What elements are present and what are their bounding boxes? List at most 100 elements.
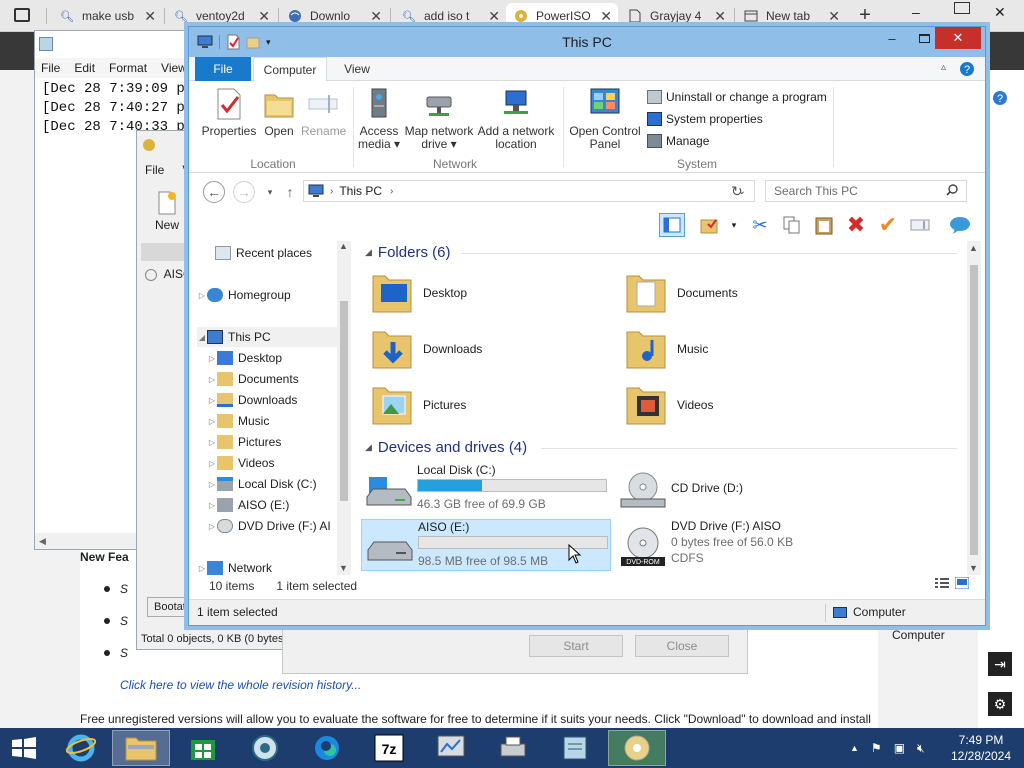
taskbar-7zip[interactable]: 7z bbox=[360, 730, 418, 766]
checkmark-icon[interactable]: ✔ bbox=[875, 212, 901, 237]
expand-arrow-icon[interactable]: ▷ bbox=[207, 438, 217, 447]
tab-actions-icon[interactable] bbox=[14, 8, 30, 22]
add-network-location-button[interactable]: Add a network location bbox=[477, 87, 555, 151]
revision-history-link[interactable]: Click here to view the whole revision hi… bbox=[120, 678, 361, 692]
drive-local-disk-c[interactable]: Local Disk (C:) 46.3 GB free of 69.9 GB bbox=[361, 463, 611, 515]
collapse-ribbon-icon[interactable]: ▵ bbox=[941, 62, 946, 73]
aiso-tree-item[interactable]: AISO bbox=[145, 267, 192, 281]
breadcrumb-this-pc[interactable]: This PC bbox=[339, 184, 382, 198]
scroll-up-icon[interactable]: ▲ bbox=[339, 241, 348, 251]
taskbar-notepad[interactable] bbox=[546, 730, 604, 766]
menu-file[interactable]: File bbox=[41, 61, 60, 75]
flag-icon[interactable]: ⚑ bbox=[871, 741, 882, 755]
taskbar-file-explorer[interactable] bbox=[112, 730, 170, 766]
dropdown-icon[interactable]: ▾ bbox=[721, 213, 747, 237]
nav-homegroup[interactable]: ▷ Homegroup bbox=[197, 285, 291, 305]
folder-videos[interactable]: Videos bbox=[625, 379, 713, 431]
expand-arrow-icon[interactable]: ▷ bbox=[207, 501, 217, 510]
search-icon[interactable] bbox=[946, 184, 958, 199]
address-bar[interactable]: › This PC › ⌄ bbox=[303, 180, 755, 202]
scroll-down-icon[interactable]: ▼ bbox=[339, 563, 348, 573]
open-button[interactable]: Open bbox=[259, 87, 299, 138]
drives-group-header[interactable]: ◢ Devices and drives (4) bbox=[365, 439, 527, 456]
folders-group-header[interactable]: ◢ Folders (6) bbox=[365, 244, 450, 261]
browser-minimize-button[interactable]: – bbox=[912, 4, 932, 20]
nav-aiso-e[interactable]: ▷ AISO (E:) bbox=[207, 495, 289, 515]
nav-network[interactable]: ▷ Network bbox=[197, 558, 272, 575]
up-button[interactable]: ↑ bbox=[279, 181, 301, 203]
nav-this-pc[interactable]: ◢ This PC bbox=[197, 327, 341, 347]
bootable-tab[interactable]: Bootat bbox=[147, 597, 193, 617]
copy-icon[interactable] bbox=[779, 213, 805, 237]
expand-arrow-icon[interactable]: ▷ bbox=[207, 417, 217, 426]
nav-local-disk-c[interactable]: ▷ Local Disk (C:) bbox=[207, 474, 317, 494]
tab-view[interactable]: View bbox=[335, 57, 379, 81]
title-bar[interactable]: ▾ This PC – ✕ bbox=[189, 27, 985, 57]
close-icon[interactable]: ✕ bbox=[488, 8, 500, 25]
gear-icon[interactable]: ⚙ bbox=[988, 692, 1012, 716]
expand-arrow-icon[interactable]: ▷ bbox=[207, 480, 217, 489]
nav-desktop[interactable]: ▷ Desktop bbox=[207, 348, 282, 368]
browser-close-button[interactable]: ✕ bbox=[994, 4, 1006, 21]
folder-desktop[interactable]: Desktop bbox=[371, 267, 467, 319]
nav-scrollbar-thumb[interactable] bbox=[340, 301, 348, 501]
scroll-down-icon[interactable]: ▼ bbox=[969, 563, 978, 573]
taskbar-app-orb[interactable] bbox=[236, 730, 294, 766]
volume-muted-icon[interactable]: 🔇︎ bbox=[917, 741, 925, 756]
taskbar-printer-app[interactable] bbox=[484, 730, 542, 766]
folder-pictures[interactable]: Pictures bbox=[371, 379, 466, 431]
menu-view[interactable]: View bbox=[161, 61, 187, 75]
browser-restore-button[interactable] bbox=[954, 2, 970, 14]
nav-pictures[interactable]: ▷ Pictures bbox=[207, 432, 281, 452]
large-icons-view-icon[interactable] bbox=[954, 576, 970, 592]
collapse-arrow-icon[interactable]: ◢ bbox=[365, 247, 372, 258]
open-control-panel-button[interactable]: Open Control Panel bbox=[567, 87, 643, 151]
delete-icon[interactable]: ✖ bbox=[843, 212, 869, 237]
taskbar-edge[interactable] bbox=[298, 730, 356, 766]
folder-music[interactable]: Music bbox=[625, 323, 708, 375]
drive-dvd-f[interactable]: DVD-ROM DVD Drive (F:) AISO 0 bytes free… bbox=[615, 519, 865, 571]
search-input[interactable]: Search This PC bbox=[765, 180, 967, 202]
collapse-arrow-icon[interactable]: ◢ bbox=[365, 442, 372, 453]
forward-button[interactable]: → bbox=[233, 181, 255, 203]
preview-pane-icon[interactable] bbox=[659, 213, 685, 237]
properties-button[interactable]: Properties bbox=[201, 87, 257, 138]
menu-format[interactable]: Format bbox=[109, 61, 147, 75]
uninstall-button[interactable]: Uninstall or change a program bbox=[647, 87, 827, 107]
folder-documents[interactable]: Documents bbox=[625, 267, 738, 319]
scroll-up-icon[interactable]: ▲ bbox=[969, 243, 978, 253]
collapse-arrow-icon[interactable]: ◢ bbox=[197, 333, 207, 342]
expand-arrow-icon[interactable]: ▷ bbox=[197, 291, 207, 300]
expand-arrow-icon[interactable]: ▷ bbox=[207, 396, 217, 405]
start-button[interactable]: Start bbox=[529, 635, 623, 657]
system-properties-button[interactable]: System properties bbox=[647, 109, 763, 129]
new-tab-button[interactable]: + bbox=[854, 4, 876, 26]
close-icon[interactable]: ✕ bbox=[144, 8, 156, 25]
content-scrollbar-thumb[interactable] bbox=[970, 265, 978, 555]
close-icon[interactable]: ✕ bbox=[828, 8, 840, 25]
nav-recent-places[interactable]: Recent places bbox=[215, 243, 312, 263]
minimize-button[interactable]: – bbox=[875, 27, 909, 49]
browser-tab-make-usb[interactable]: 🔍︎ make usb ✕ bbox=[52, 3, 162, 29]
close-button[interactable]: Close bbox=[635, 635, 729, 657]
breadcrumb-chevron-icon[interactable]: › bbox=[390, 186, 393, 197]
drive-cd-d[interactable]: CD Drive (D:) bbox=[615, 463, 865, 515]
taskbar-poweriso[interactable] bbox=[608, 730, 666, 766]
nav-documents[interactable]: ▷ Documents bbox=[207, 369, 299, 389]
help-icon[interactable]: ? bbox=[959, 61, 975, 80]
network-status-icon[interactable]: ▣ bbox=[894, 741, 905, 755]
close-icon[interactable]: ✕ bbox=[714, 8, 726, 25]
expand-arrow-icon[interactable]: ▷ bbox=[207, 375, 217, 384]
back-button[interactable]: ← bbox=[203, 181, 225, 203]
nav-downloads[interactable]: ▷ Downloads bbox=[207, 390, 297, 410]
menu-file[interactable]: File bbox=[145, 163, 164, 177]
breadcrumb-chevron-icon[interactable]: › bbox=[330, 186, 333, 197]
folder-properties-icon[interactable] bbox=[697, 213, 723, 237]
expand-arrow-icon[interactable]: ▷ bbox=[207, 522, 217, 531]
chat-icon[interactable] bbox=[947, 213, 973, 237]
rename-button[interactable]: Rename bbox=[301, 87, 346, 138]
folder-downloads[interactable]: Downloads bbox=[371, 323, 482, 375]
access-media-button[interactable]: Access media ▾ bbox=[355, 87, 403, 151]
map-network-drive-button[interactable]: Map network drive ▾ bbox=[403, 87, 475, 151]
show-hidden-icons-icon[interactable]: ▲ bbox=[850, 743, 859, 753]
